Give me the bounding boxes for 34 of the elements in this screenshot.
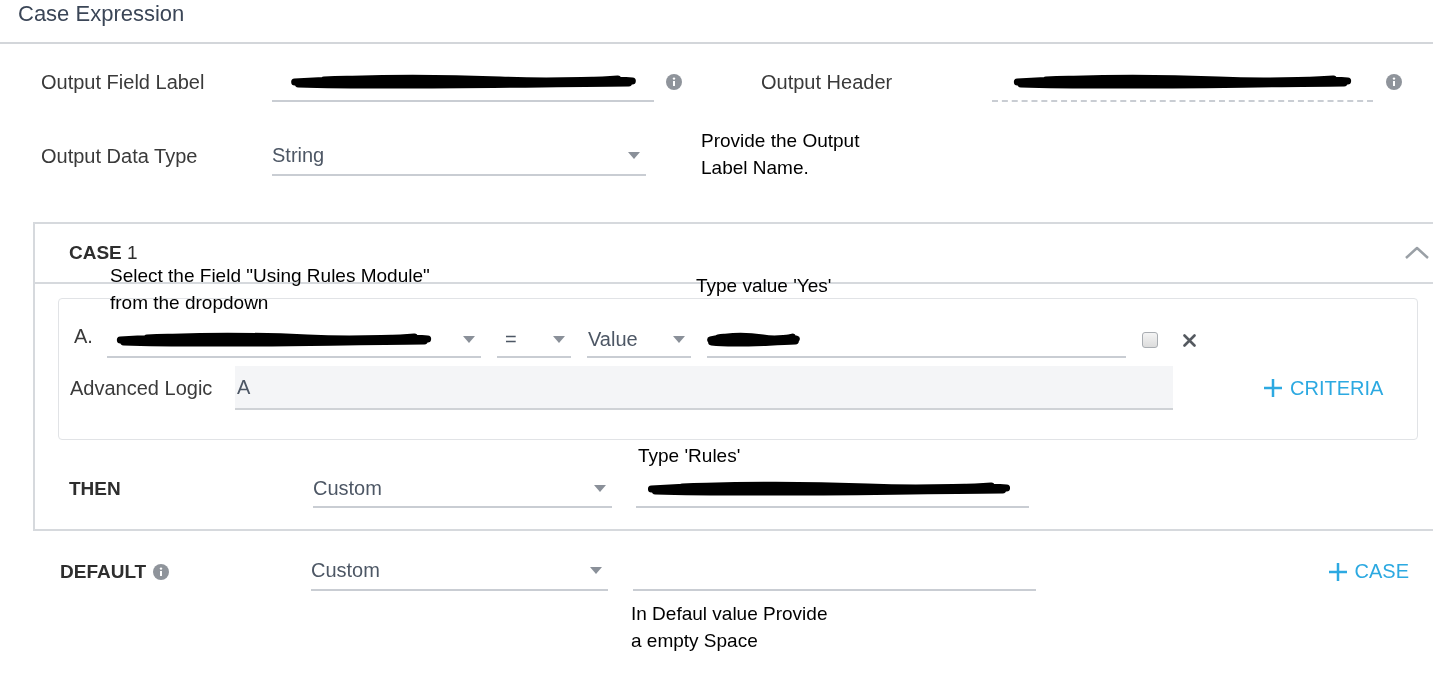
- close-icon[interactable]: [1183, 333, 1196, 347]
- caret-down-icon: [673, 335, 685, 343]
- annotation-note: Select the Field "Using Rules Module" from the dropdown: [110, 264, 430, 315]
- field-label: Output Header: [761, 70, 894, 94]
- info-icon[interactable]: [1386, 74, 1402, 90]
- plus-icon: [1328, 562, 1347, 581]
- caret-down-icon: [463, 335, 475, 343]
- annotation-note: Type 'Rules': [638, 444, 741, 468]
- annotation-note: In Defaul value Provide a empty Space: [631, 602, 828, 653]
- value-type-select[interactable]: Value: [587, 322, 691, 358]
- annotation-note: Type value 'Yes': [696, 274, 832, 298]
- advanced-logic-input[interactable]: A: [235, 366, 1173, 410]
- field-label: Advanced Logic: [70, 376, 214, 400]
- caret-down-icon: [594, 484, 606, 492]
- then-type-select[interactable]: Custom: [313, 470, 612, 508]
- info-icon[interactable]: [153, 563, 170, 580]
- page-title: Case Expression: [18, 0, 186, 28]
- default-type-select[interactable]: Custom: [311, 552, 608, 591]
- then-label: THEN: [69, 478, 122, 500]
- default-label: DEFAULT: [60, 560, 147, 583]
- info-icon[interactable]: [666, 74, 682, 90]
- plus-icon: [1264, 379, 1282, 397]
- field-label: Output Field Label: [41, 70, 206, 94]
- chevron-up-icon[interactable]: [1404, 246, 1430, 260]
- caret-down-icon: [628, 151, 640, 159]
- data-type-select[interactable]: String: [272, 136, 646, 176]
- field-label: Output Data Type: [41, 144, 199, 168]
- operator-select[interactable]: =: [497, 322, 571, 358]
- caret-down-icon: [590, 567, 602, 574]
- checkbox[interactable]: [1142, 332, 1158, 348]
- case-title: CASE 1: [69, 242, 138, 264]
- caret-down-icon: [553, 335, 565, 343]
- criterion-letter: A.: [74, 324, 94, 348]
- annotation-note: Provide the Output Label Name.: [701, 129, 860, 180]
